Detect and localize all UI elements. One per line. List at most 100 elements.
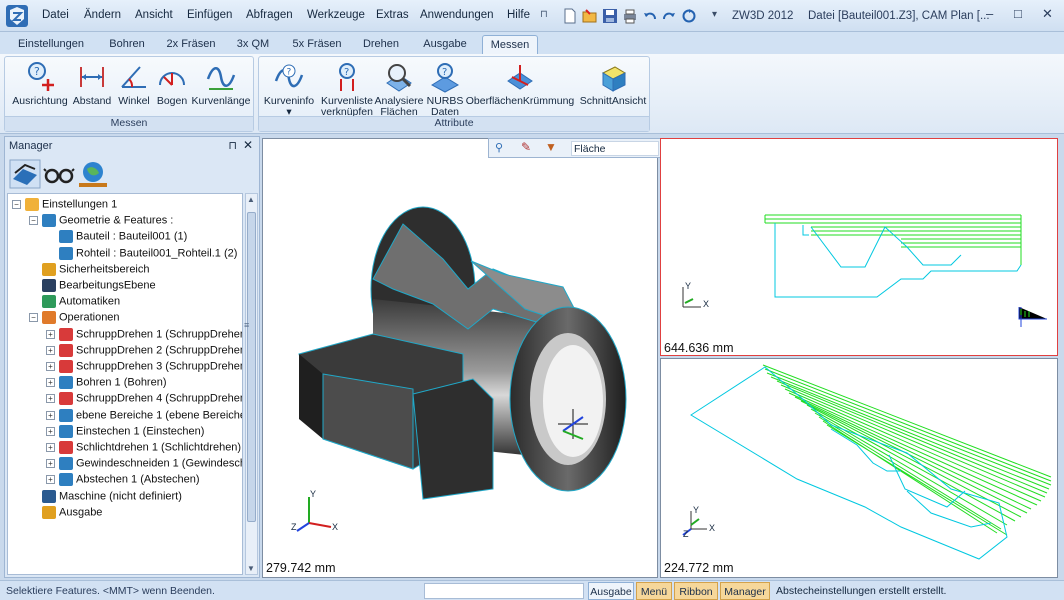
print-icon[interactable] [622, 8, 638, 24]
tab-drehen[interactable]: Drehen [356, 35, 406, 54]
open-file-icon[interactable] [582, 8, 598, 24]
tree-item[interactable]: + SchruppDrehen 2 (SchruppDrehen [46, 343, 242, 360]
tree-item-label: Einstellungen 1 [42, 198, 118, 211]
menu-anwendungen[interactable]: Anwendungen [420, 9, 494, 21]
menu-hilfe[interactable]: Hilfe [507, 9, 530, 21]
customize-quickaccess-icon[interactable]: ▾ [712, 9, 717, 20]
menu-werkzeuge[interactable]: Werkzeuge [307, 9, 365, 21]
tree-item[interactable]: − Einstellungen 1 [12, 198, 117, 214]
expand-icon[interactable]: + [46, 394, 55, 404]
thread-icon [59, 457, 73, 471]
manager-scroll-thumb[interactable] [247, 212, 256, 522]
tree-item[interactable]: Automatiken [29, 295, 120, 311]
manager-close-icon[interactable]: ✕ [243, 138, 253, 152]
expand-icon[interactable]: + [46, 362, 55, 371]
menu-ansicht[interactable]: Ansicht [135, 9, 173, 21]
save-icon[interactable] [602, 8, 618, 24]
tree-item[interactable]: + SchruppDrehen 1 (SchruppDrehen [46, 327, 242, 344]
scroll-up-icon[interactable]: ▲ [247, 195, 255, 204]
tree-item[interactable]: Sicherheitsbereich [29, 262, 150, 279]
new-file-icon[interactable] [562, 8, 578, 24]
minimize-button[interactable]: – [986, 6, 993, 21]
manager-scrollbar[interactable]: ▲ ▼ [245, 193, 258, 575]
view-tab-icon[interactable] [43, 159, 75, 189]
expand-icon[interactable]: + [46, 459, 55, 469]
status-tab-menue[interactable]: Menü [636, 582, 672, 600]
tab-messen[interactable]: Messen [482, 35, 538, 54]
curve-list-button[interactable]: ? Kurvenliste verknüpfen [319, 61, 375, 118]
eraser-icon[interactable]: ✎ [521, 140, 531, 154]
status-tab-ausgabe[interactable]: Ausgabe [588, 582, 634, 600]
curve-info-button[interactable]: ? Kurveninfo ▾ [261, 61, 317, 118]
close-button[interactable]: ✕ [1042, 6, 1053, 22]
status-prompt: Selektiere Features. <MMT> wenn Beenden. [6, 585, 215, 597]
surface-curvature-button[interactable]: OberflächenKrümmung [465, 61, 575, 107]
menu-abfragen[interactable]: Abfragen [246, 9, 293, 21]
pin-icon[interactable]: ⊓ [540, 9, 548, 20]
tree-item[interactable]: − Geometrie & Features : [29, 214, 173, 230]
redo-icon[interactable] [661, 8, 677, 24]
collapse-icon[interactable]: − [29, 216, 38, 226]
tree-item[interactable]: + Gewindeschneiden 1 (Gewindesch [46, 457, 242, 473]
tab-3x-qm[interactable]: 3x QM [230, 35, 276, 54]
tree-item[interactable]: Ausgabe [29, 505, 102, 522]
tab-2x-fraesen[interactable]: 2x Fräsen [160, 35, 222, 54]
panel-splitter-grip[interactable]: ≡ [244, 320, 249, 330]
tree-item[interactable]: Bauteil : Bauteil001 (1) [46, 230, 187, 246]
collapse-icon[interactable]: − [12, 200, 21, 209]
tree-item[interactable]: BearbeitungsEbene [29, 279, 156, 295]
distance-button[interactable]: Abstand [69, 61, 115, 107]
tree-item[interactable]: − Operationen [29, 311, 120, 327]
menu-einfuegen[interactable]: Einfügen [187, 9, 232, 21]
expand-icon[interactable]: + [46, 329, 55, 339]
globe-tab-icon[interactable] [77, 159, 109, 189]
filter-icon[interactable]: ▼ [545, 140, 557, 154]
scroll-down-icon[interactable]: ▼ [247, 564, 255, 573]
undo-icon[interactable] [642, 8, 658, 24]
app-logo-icon[interactable] [5, 4, 29, 28]
tree-item[interactable]: + Bohren 1 (Bohren) [46, 376, 167, 392]
tab-bohren[interactable]: Bohren [100, 35, 154, 54]
tab-ausgabe[interactable]: Ausgabe [416, 35, 474, 54]
top-right-viewport[interactable]: Y X 644.636 mm [660, 138, 1058, 356]
tree-item[interactable]: Rohteil : Bauteil001_Rohteil.1 (2) [46, 246, 237, 263]
tree-item[interactable]: + Schlichtdrehen 1 (Schlichtdrehen) [46, 441, 241, 457]
tree-item[interactable]: + ebene Bereiche 1 (ebene Bereiche [46, 408, 242, 425]
manager-pin-icon[interactable]: ⊓ [228, 139, 237, 152]
tree-item[interactable]: + SchruppDrehen 3 (SchruppDrehen [46, 360, 242, 376]
collapse-icon[interactable]: − [29, 313, 38, 323]
expand-icon[interactable]: + [46, 426, 55, 436]
expand-icon[interactable]: + [46, 345, 55, 355]
refresh-icon[interactable] [681, 8, 697, 24]
pick-filter-icon[interactable]: ⚲ [495, 141, 503, 154]
main-viewport[interactable]: Y X Z 279.742 mm [262, 138, 658, 578]
curve-length-button[interactable]: Kurvenlänge [191, 61, 251, 107]
arc-button[interactable]: Bogen [153, 61, 191, 107]
pick-filter-select[interactable]: Fläche [571, 141, 659, 156]
menu-extras[interactable]: Extras [376, 9, 409, 21]
tab-5x-fraesen[interactable]: 5x Fräsen [286, 35, 348, 54]
tab-einstellungen[interactable]: Einstellungen [10, 35, 92, 54]
top-right-viewport-scale: 644.636 mm [664, 341, 734, 355]
expand-icon[interactable]: + [46, 378, 55, 388]
tree-item[interactable]: Maschine (nicht definiert) [29, 489, 182, 506]
status-tab-ribbon[interactable]: Ribbon [674, 582, 718, 600]
menu-datei[interactable]: Datei [42, 9, 69, 21]
tree-item[interactable]: + Einstechen 1 (Einstechen) [46, 424, 204, 441]
menu-aendern[interactable]: Ändern [84, 9, 121, 21]
tree-item[interactable]: + Abstechen 1 (Abstechen) [46, 473, 200, 489]
bottom-right-viewport[interactable]: Y X Z 224.772 mm [660, 358, 1058, 578]
tree-item[interactable]: + SchruppDrehen 4 (SchruppDrehen [46, 392, 242, 408]
nurbs-data-button[interactable]: ? NURBS Daten [425, 61, 465, 118]
expand-icon[interactable]: + [46, 443, 55, 452]
angle-button[interactable]: Winkel [115, 61, 153, 107]
expand-icon[interactable]: + [46, 475, 55, 485]
section-view-button[interactable]: SchnittAnsicht [577, 61, 649, 107]
alignment-button[interactable]: ? Ausrichtung [11, 61, 69, 107]
command-input[interactable] [424, 583, 584, 599]
analyze-surfaces-button[interactable]: Analysiere Flächen [373, 61, 425, 118]
expand-icon[interactable]: + [46, 410, 55, 420]
maximize-button[interactable]: □ [1014, 6, 1022, 21]
history-tab-icon[interactable] [9, 159, 41, 189]
status-tab-manager[interactable]: Manager [720, 582, 770, 600]
